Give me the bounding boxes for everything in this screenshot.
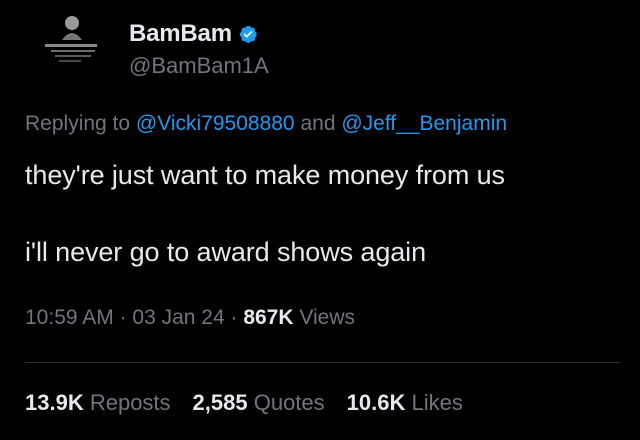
and-label: and — [294, 112, 342, 135]
likes-stat[interactable]: 10.6K Likes — [347, 390, 463, 416]
engagement-stats: 13.9K Reposts 2,585 Quotes 10.6K Likes — [25, 390, 463, 416]
reposts-stat[interactable]: 13.9K Reposts — [25, 390, 171, 416]
verified-badge-icon[interactable] — [238, 24, 258, 44]
replying-to-label: Replying to — [25, 112, 136, 135]
display-name[interactable]: BamBam — [129, 20, 232, 48]
quotes-label: Quotes — [247, 390, 325, 415]
tweet-text-line: i'll never go to award shows again — [25, 237, 426, 267]
handle[interactable]: @BamBam1A — [129, 53, 269, 79]
tweet-card: BamBam @BamBam1A Replying to @Vicki79508… — [0, 0, 640, 440]
divider — [25, 362, 620, 363]
separator: · — [113, 306, 133, 329]
likes-count: 10.6K — [346, 390, 406, 415]
tweet-meta: 10:59 AM · 03 Jan 24 · 867K Views — [25, 306, 355, 330]
timestamp-date[interactable]: 03 Jan 24 — [132, 306, 224, 329]
mention-link[interactable]: @Vicki79508880 — [136, 112, 295, 135]
avatar-image-icon — [25, 4, 113, 84]
separator: · — [224, 306, 244, 329]
likes-label: Likes — [405, 390, 463, 415]
quotes-stat[interactable]: 2,585 Quotes — [193, 390, 325, 416]
views-label: Views — [293, 306, 356, 329]
avatar[interactable] — [25, 4, 113, 84]
reposts-label: Reposts — [83, 390, 171, 415]
tweet-text-line: they're just want to make money from us — [25, 160, 505, 190]
mention-link[interactable]: @Jeff__Benjamin — [341, 112, 507, 135]
reposts-count: 13.9K — [25, 390, 84, 415]
quotes-count: 2,585 — [192, 390, 248, 415]
timestamp-time[interactable]: 10:59 AM — [25, 306, 114, 329]
views-count[interactable]: 867K — [243, 306, 293, 329]
name-row: BamBam — [129, 20, 258, 48]
tweet-header: BamBam @BamBam1A — [25, 4, 625, 84]
replying-to: Replying to @Vicki79508880 and @Jeff__Be… — [25, 112, 507, 136]
